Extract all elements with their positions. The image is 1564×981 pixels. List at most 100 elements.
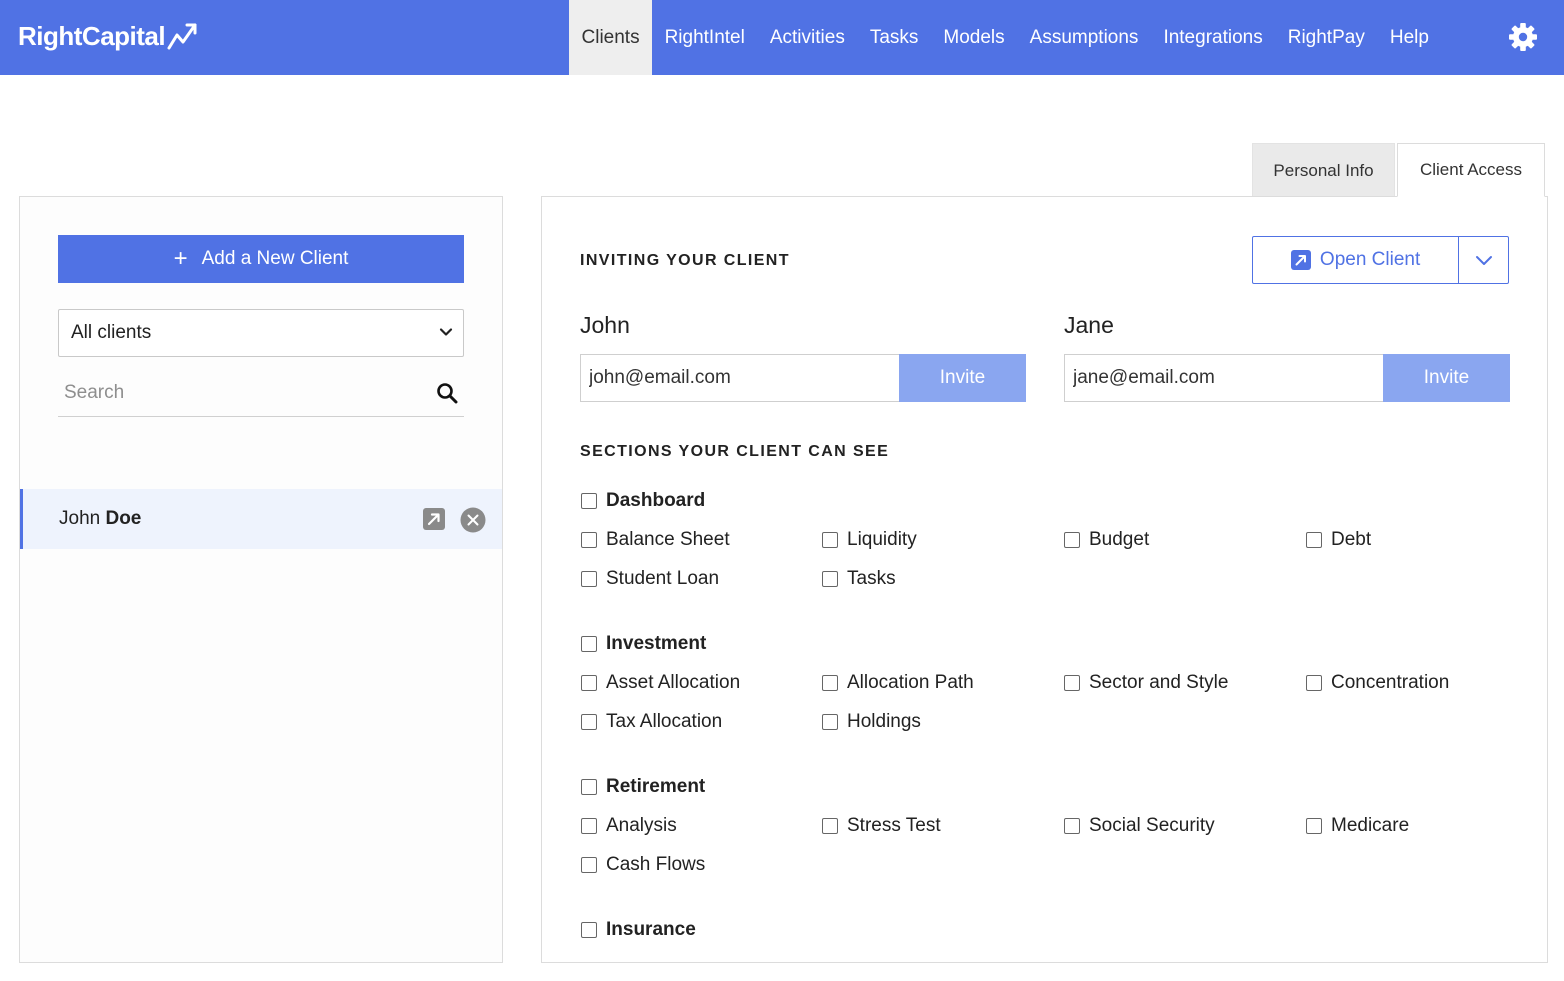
jane-email-field[interactable] [1064,354,1383,402]
checkbox-label: Stress Test [847,815,941,836]
nav-rightintel[interactable]: RightIntel [652,0,757,75]
top-navigation-bar: RightCapital Clients RightIntel Activiti… [0,0,1564,75]
nav-clients[interactable]: Clients [569,0,653,75]
open-external-icon [1290,250,1311,270]
checkbox-box[interactable] [1306,532,1322,548]
inviting-section-title: INVITING YOUR CLIENT [580,252,790,269]
open-client-label: Open Client [1319,249,1421,270]
client-list-panel: + Add a New Client All clients John Doe [19,196,503,963]
open-client-icon[interactable] [423,508,445,530]
nav-assumptions[interactable]: Assumptions [1017,0,1151,75]
checkbox-sector-and-style[interactable]: Sector and Style [1064,672,1228,694]
nav-models[interactable]: Models [931,0,1017,75]
checkbox-box[interactable] [581,779,597,795]
checkbox-label: Tasks [847,568,896,589]
add-new-client-button[interactable]: + Add a New Client [58,235,464,283]
nav-tasks[interactable]: Tasks [857,0,931,75]
trend-arrow-icon [167,23,197,50]
checkbox-tax-allocation[interactable]: Tax Allocation [581,711,722,733]
checkbox-label: Holdings [847,711,921,732]
checkbox-box[interactable] [822,818,838,834]
checkbox-asset-allocation[interactable]: Asset Allocation [581,672,740,694]
checkbox-box[interactable] [581,714,597,730]
add-new-client-label: Add a New Client [201,248,349,269]
client-last-name: Doe [105,508,142,529]
checkbox-tasks[interactable]: Tasks [822,568,896,590]
client-name: John Doe [59,508,141,530]
checkbox-social-security[interactable]: Social Security [1064,815,1215,837]
nav-integrations[interactable]: Integrations [1151,0,1275,75]
checkbox-retirement[interactable]: Retirement [581,776,705,798]
checkbox-holdings[interactable]: Holdings [822,711,921,733]
tab-personal-info[interactable]: Personal Info [1252,143,1395,197]
checkbox-box[interactable] [1064,675,1080,691]
rightcapital-logo[interactable]: RightCapital [18,18,199,54]
checkbox-insurance[interactable]: Insurance [581,919,696,941]
checkbox-label: Asset Allocation [606,672,741,693]
checkbox-label: Allocation Path [847,672,974,693]
checkbox-box[interactable] [822,675,838,691]
checkbox-box[interactable] [581,571,597,587]
checkbox-cash-flows[interactable]: Cash Flows [581,854,705,876]
nav-help[interactable]: Help [1377,0,1441,75]
checkbox-investment[interactable]: Investment [581,633,706,655]
checkbox-box[interactable] [581,818,597,834]
search-input[interactable] [58,381,418,404]
checkbox-debt[interactable]: Debt [1306,529,1371,551]
checkbox-box[interactable] [581,857,597,873]
checkbox-student-loan[interactable]: Student Loan [581,568,719,590]
checkbox-label: Tax Allocation [606,711,723,732]
checkbox-box[interactable] [822,532,838,548]
open-client-split-button: Open Client [1252,236,1509,284]
checkbox-concentration[interactable]: Concentration [1306,672,1449,694]
tab-client-access[interactable]: Client Access [1397,143,1545,197]
john-email-field[interactable] [580,354,899,402]
checkbox-allocation-path[interactable]: Allocation Path [822,672,974,694]
nav-activities[interactable]: Activities [757,0,857,75]
gear-icon[interactable] [1508,22,1538,52]
checkbox-box[interactable] [1064,818,1080,834]
client-filter-value: All clients [71,322,152,343]
checkbox-stress-test[interactable]: Stress Test [822,815,941,837]
invite-john-button[interactable]: Invite [899,354,1026,402]
checkbox-label: Balance Sheet [606,529,730,550]
checkbox-label: Student Loan [606,568,720,589]
checkbox-box[interactable] [1306,818,1322,834]
checkbox-analysis[interactable]: Analysis [581,815,677,837]
invite-jane-button[interactable]: Invite [1383,354,1510,402]
checkbox-box[interactable] [1064,532,1080,548]
checkbox-label: Liquidity [847,529,917,550]
remove-client-icon[interactable] [460,507,486,533]
chevron-down-icon [439,328,453,336]
open-client-button[interactable]: Open Client [1253,237,1458,283]
checkbox-box[interactable] [581,636,597,652]
client-access-panel: INVITING YOUR CLIENT Open Client John In… [541,196,1548,963]
checkbox-label: Debt [1331,529,1372,550]
checkbox-budget[interactable]: Budget [1064,529,1149,551]
person-name-john: John [580,312,630,338]
checkbox-box[interactable] [1306,675,1322,691]
checkbox-label: Cash Flows [606,854,706,875]
checkbox-box[interactable] [581,493,597,509]
checkbox-liquidity[interactable]: Liquidity [822,529,917,551]
nav-rightpay[interactable]: RightPay [1275,0,1377,75]
client-search [58,369,464,417]
checkbox-box[interactable] [581,675,597,691]
checkbox-label: Dashboard [606,490,706,511]
checkbox-box[interactable] [822,714,838,730]
client-first-name: John [59,508,101,529]
checkbox-dashboard[interactable]: Dashboard [581,490,705,512]
checkbox-label: Social Security [1089,815,1215,836]
client-list-item[interactable]: John Doe [20,489,502,549]
checkbox-box[interactable] [581,532,597,548]
checkbox-box[interactable] [822,571,838,587]
open-client-dropdown-toggle[interactable] [1458,237,1508,283]
checkbox-label: Sector and Style [1089,672,1229,693]
search-icon[interactable] [436,382,458,404]
checkbox-box[interactable] [581,922,597,938]
client-filter-select[interactable]: All clients [58,309,464,357]
checkbox-medicare[interactable]: Medicare [1306,815,1409,837]
person-name-jane: Jane [1064,312,1114,338]
checkbox-balance-sheet[interactable]: Balance Sheet [581,529,730,551]
checkbox-label: Investment [606,633,707,654]
